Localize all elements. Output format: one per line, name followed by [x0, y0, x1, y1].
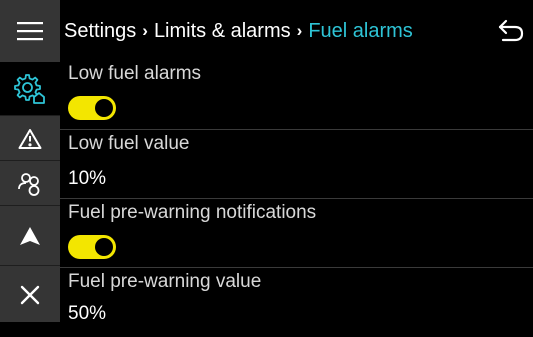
setting-fuel-pre-warning-notifications: Fuel pre-warning notifications — [60, 198, 533, 268]
setting-fuel-pre-warning-value[interactable]: Fuel pre-warning value 50% — [60, 267, 533, 337]
back-button[interactable] — [497, 18, 525, 44]
navigation-icon — [20, 227, 40, 245]
breadcrumb-fuel-alarms: Fuel alarms — [308, 19, 413, 42]
setting-low-fuel-alarms: Low fuel alarms — [60, 60, 533, 129]
low-fuel-value: 10% — [68, 168, 107, 189]
people-button[interactable] — [0, 160, 60, 206]
breadcrumb-settings[interactable]: Settings — [64, 20, 136, 43]
header: Settings › Limits & alarms › Fuel alarms — [60, 0, 533, 62]
settings-button[interactable] — [0, 62, 60, 115]
menu-button[interactable] — [0, 0, 60, 62]
close-button[interactable] — [0, 265, 60, 323]
close-icon — [20, 285, 40, 304]
low-fuel-alarms-toggle[interactable] — [68, 96, 116, 120]
setting-label: Fuel pre-warning notifications — [68, 202, 317, 223]
people-icon — [18, 172, 40, 196]
fuel-pre-warning-toggle[interactable] — [68, 235, 116, 259]
sidebar — [0, 0, 60, 322]
setting-low-fuel-value[interactable]: Low fuel value 10% — [60, 129, 533, 199]
menu-icon — [17, 22, 43, 41]
breadcrumb-limits-alarms[interactable]: Limits & alarms — [154, 20, 291, 43]
setting-label: Low fuel value — [68, 133, 190, 154]
setting-label: Fuel pre-warning value — [68, 271, 262, 292]
alarms-button[interactable] — [0, 115, 60, 161]
navigation-button[interactable] — [0, 205, 60, 266]
breadcrumb-separator-icon: › — [142, 21, 148, 40]
warning-icon — [18, 128, 42, 149]
toggle-knob — [95, 238, 113, 256]
breadcrumb-separator-icon: › — [296, 21, 303, 40]
settings-icon — [14, 73, 45, 104]
back-arrow-icon — [498, 19, 524, 42]
setting-label: Low fuel alarms — [68, 63, 202, 84]
toggle-knob — [95, 99, 113, 117]
breadcrumb: Settings › Limits & alarms › Fuel alarms — [64, 20, 413, 43]
